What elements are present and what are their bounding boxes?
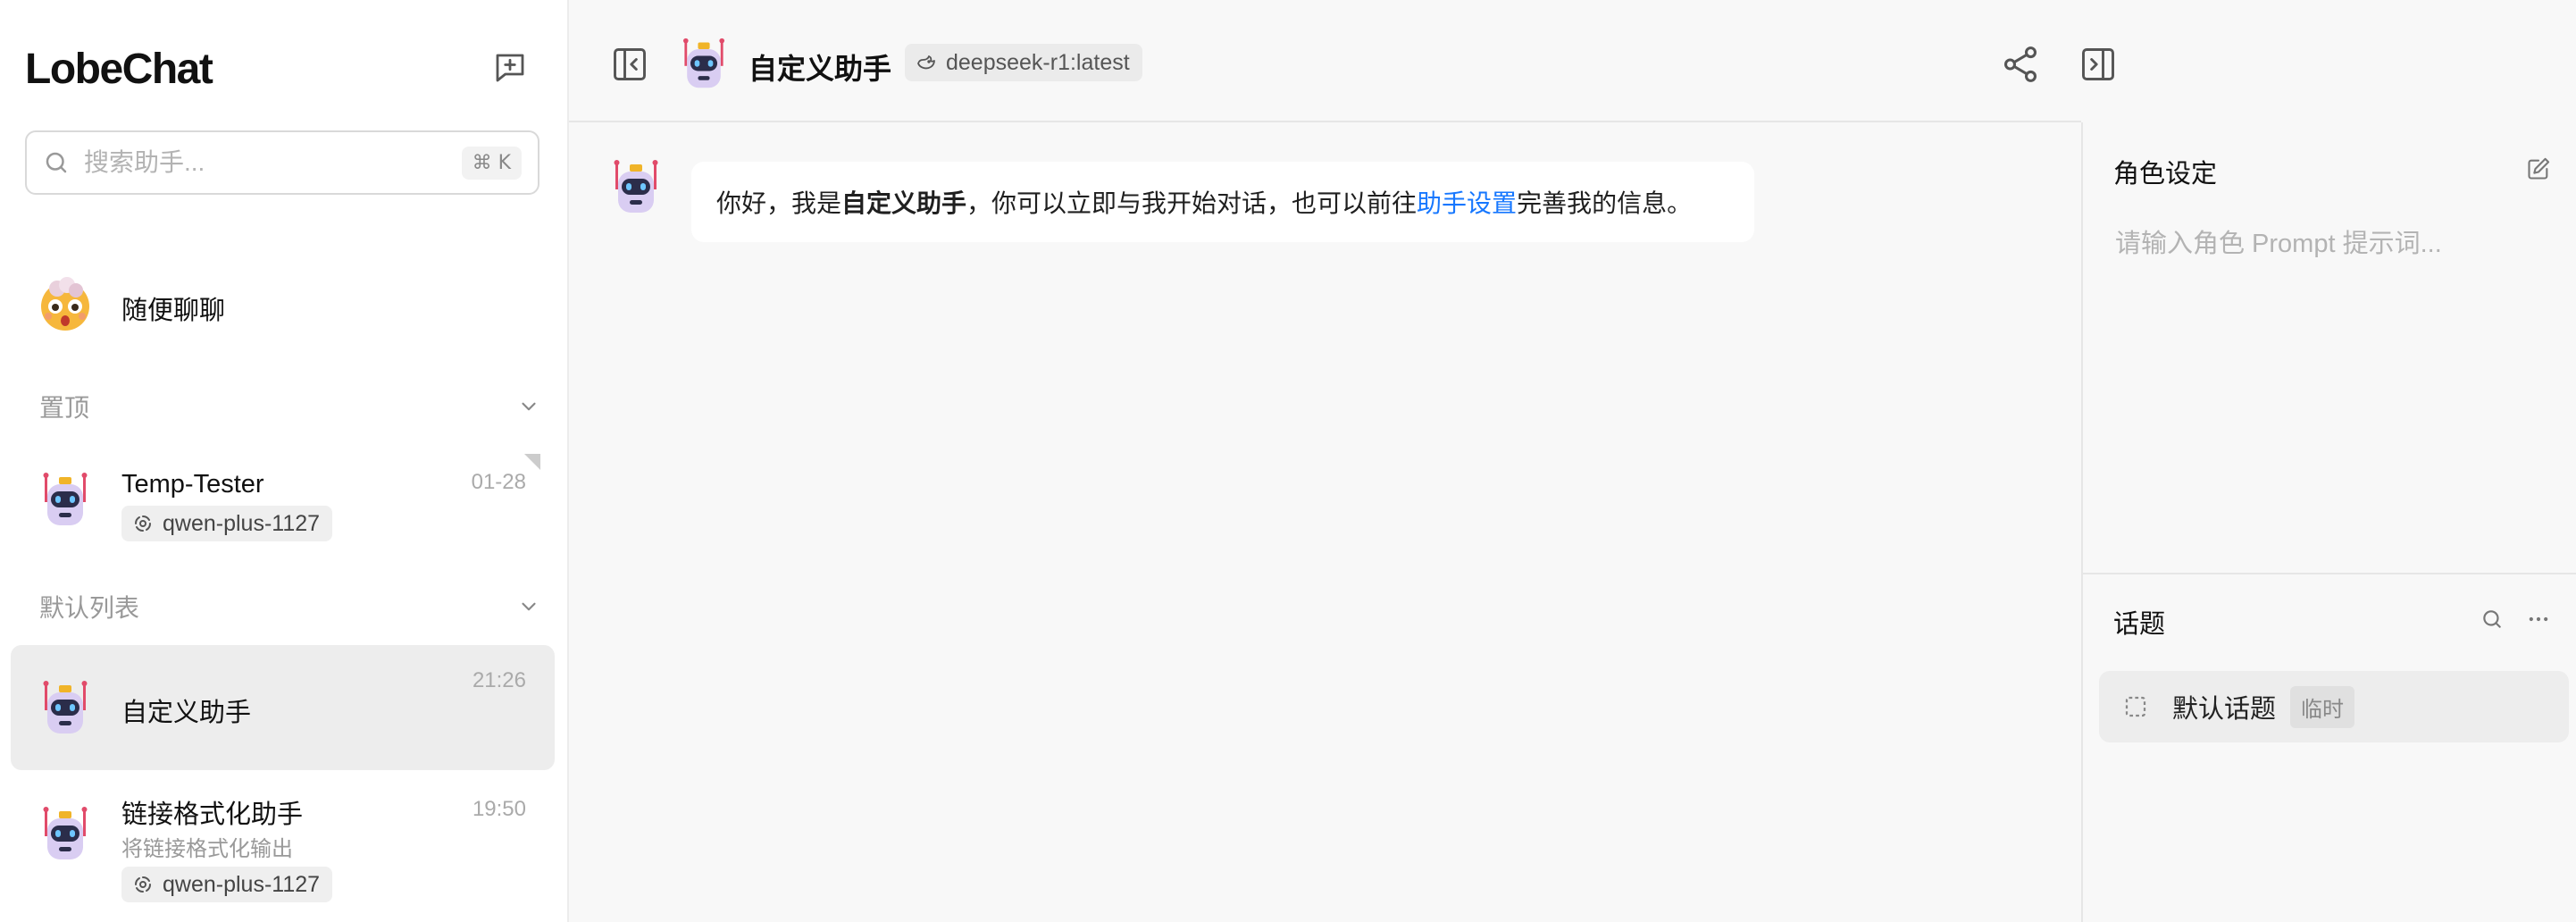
random-chat-label: 随便聊聊 (121, 297, 226, 325)
bot-avatar (36, 678, 95, 737)
list-item-temp-tester[interactable]: Temp-Tester 01-28 qwen-plus-1127 (11, 447, 555, 552)
sidebar-collapse-icon (614, 48, 646, 80)
pinned-corner-mark (524, 454, 540, 470)
app-logo: LobeChat (25, 46, 213, 93)
assistant-message-avatar[interactable] (606, 157, 665, 216)
sidebar: LobeChat ⌘ K (0, 0, 569, 922)
temporary-badge: 临时 (2290, 685, 2355, 728)
message-text: 你好，我是 (716, 189, 842, 217)
search-input[interactable] (84, 148, 462, 177)
app-root: LobeChat ⌘ K (0, 0, 2576, 922)
assistant-settings-link[interactable]: 助手设置 (1417, 184, 1517, 220)
list-item-title: Temp-Tester (121, 470, 264, 499)
random-chat-avatar (36, 274, 95, 333)
share-button[interactable] (1995, 39, 2045, 89)
model-tag: qwen-plus-1127 (121, 506, 333, 541)
search-box[interactable]: ⌘ K (25, 130, 539, 195)
edit-role-button[interactable] (2521, 151, 2556, 187)
model-tag-label: deepseek-r1:latest (946, 49, 1130, 75)
header-avatar (676, 36, 732, 91)
random-chat-item[interactable]: 随便聊聊 (11, 259, 555, 348)
default-group-header[interactable]: 默认列表 (39, 589, 540, 624)
chevron-down-icon (522, 402, 536, 411)
topic-more-button[interactable] (2521, 601, 2556, 637)
share-icon (2003, 46, 2037, 82)
search-icon (2483, 610, 2501, 628)
list-item-subtitle: 将链接格式化输出 (121, 837, 293, 861)
cyclone-model-icon (132, 513, 154, 534)
list-item-title: 链接格式化助手 (121, 800, 304, 829)
topics-title: 话题 (2113, 610, 2166, 639)
right-panel: 角色设定 请输入角色 Prompt 提示词... 话题 默认话题 临时 (2081, 122, 2576, 922)
message-text: ，你可以立即与我开始对话，也可以前往 (966, 189, 1418, 217)
list-item-title: 自定义助手 (121, 699, 252, 727)
model-tag-label: qwen-plus-1127 (163, 871, 321, 897)
whale-model-icon (916, 52, 937, 73)
list-item-time: 21:26 (472, 668, 526, 692)
bot-avatar (36, 470, 95, 529)
pinned-group-label: 置顶 (39, 394, 90, 422)
default-group-label: 默认列表 (39, 594, 140, 622)
bot-avatar (36, 804, 95, 863)
sidebar-collapse-button[interactable] (605, 39, 655, 89)
ellipsis-icon (2529, 616, 2548, 622)
model-tag[interactable]: deepseek-r1:latest (905, 44, 1142, 81)
model-tag: qwen-plus-1127 (121, 867, 333, 902)
search-icon (43, 149, 70, 176)
main-area: 自定义助手 deepseek-r1:latest 你好，我是 自定义助手 ，你可… (569, 0, 2114, 922)
message-assistant-name: 自定义助手 (841, 189, 967, 217)
chat-title: 自定义助手 (749, 53, 892, 85)
list-item-custom-assistant[interactable]: 自定义助手 21:26 (11, 645, 555, 770)
model-tag-label: qwen-plus-1127 (163, 510, 321, 536)
right-panel-toggle-button[interactable] (2073, 39, 2123, 89)
topic-search-button[interactable] (2474, 601, 2510, 637)
new-chat-button[interactable] (487, 45, 533, 91)
topic-label: 默认话题 (2172, 695, 2277, 724)
search-shortcut-hint: ⌘ K (461, 146, 522, 180)
list-item-link-formatter[interactable]: 链接格式化助手 将链接格式化输出 19:50 qwen-plus-1127 (11, 777, 555, 911)
role-settings-title: 角色设定 (2113, 160, 2218, 189)
assistant-message-bubble: 你好，我是 自定义助手 ，你可以立即与我开始对话，也可以前往 助手设置 完善我的信… (691, 162, 1754, 242)
sidebar-header: LobeChat (25, 39, 542, 102)
panel-divider (2083, 573, 2576, 574)
role-prompt-input[interactable]: 请输入角色 Prompt 提示词... (2115, 222, 2442, 260)
chat-area: 你好，我是 自定义助手 ，你可以立即与我开始对话，也可以前往 助手设置 完善我的信… (569, 124, 2081, 922)
edit-icon (2528, 157, 2550, 180)
dashed-square-icon (2122, 693, 2149, 720)
chevron-down-icon (522, 602, 536, 611)
cyclone-model-icon (132, 874, 154, 895)
message-text: 完善我的信息。 (1517, 189, 1693, 217)
chat-header: 自定义助手 deepseek-r1:latest (569, 0, 2114, 122)
list-item-time: 01-28 (471, 470, 526, 494)
topic-item-default[interactable]: 默认话题 临时 (2099, 671, 2569, 742)
list-item-time: 19:50 (472, 797, 526, 821)
pinned-group-header[interactable]: 置顶 (39, 389, 540, 424)
new-chat-icon (496, 54, 524, 82)
panel-toggle-icon (2082, 48, 2114, 80)
